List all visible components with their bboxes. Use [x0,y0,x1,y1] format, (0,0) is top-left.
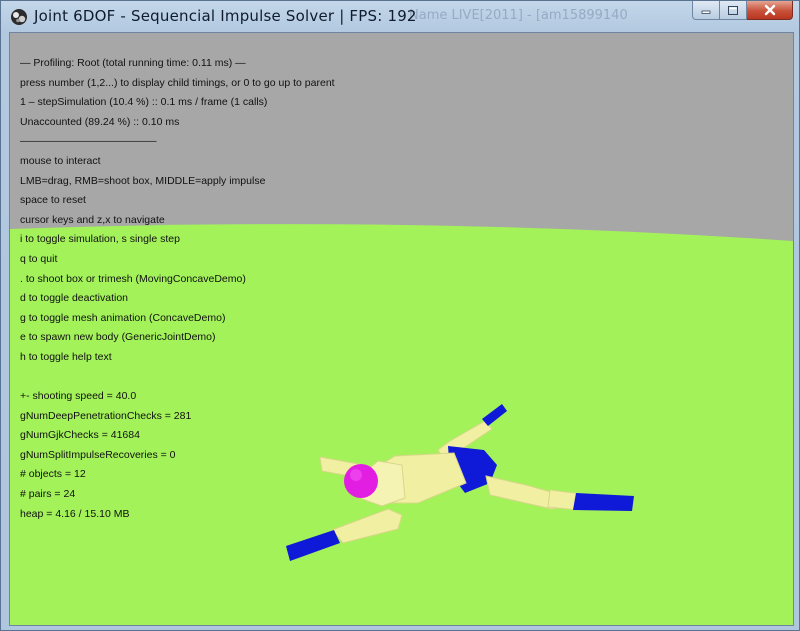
help-line: q to quit [20,252,58,265]
title-bar[interactable]: Name LIVE[2011] - [am15899140 Joint 6DOF… [1,1,799,33]
stat-line: # objects = 12 [20,468,86,481]
help-section: mouse to interact LMB=drag, RMB=shoot bo… [20,152,335,387]
profiling-line: — Profiling: Root (total running time: 0… [20,57,246,69]
hud-overlay: — Profiling: Root (total running time: 0… [20,54,335,524]
profiling-divider: ————————————— [20,135,157,148]
profiling-line: 1 – stepSimulation (10.4 %) :: 0.1 ms / … [20,96,268,109]
help-line: i to toggle simulation, s single step [20,233,180,246]
opengl-viewport[interactable]: — Profiling: Root (total running time: 0… [9,32,794,626]
profiling-section: — Profiling: Root (total running time: 0… [20,54,335,152]
help-spacer [20,368,335,388]
stat-line: gNumDeepPenetrationChecks = 281 [20,409,192,422]
stats-section: +- shooting speed = 40.0 gNumDeepPenetra… [20,387,335,524]
application-window: Name LIVE[2011] - [am15899140 Joint 6DOF… [0,0,800,631]
help-line: space to reset [20,194,86,207]
help-line: h to toggle help text [20,350,112,363]
help-line: e to spawn new body (GenericJointDemo) [20,331,216,344]
help-line: cursor keys and z,x to navigate [20,213,165,226]
window-title: Joint 6DOF - Sequencial Impulse Solver |… [34,7,417,25]
bullet-physics-icon[interactable] [10,8,28,26]
close-icon [764,4,775,16]
maximize-icon [728,5,738,15]
stat-line: heap = 4.16 / 15.10 MB [20,507,130,520]
help-line: d to toggle deactivation [20,292,128,305]
stat-line: gNumGjkChecks = 41684 [20,429,140,442]
background-window-title: Name LIVE[2011] - [am15899140 [409,8,628,23]
help-line: . to shoot box or trimesh (MovingConcave… [20,272,246,285]
help-line: g to toggle mesh animation (ConcaveDemo) [20,311,226,324]
ragdoll-head-highlight [350,469,362,481]
profiling-line: press number (1,2...) to display child t… [20,76,335,89]
help-line: LMB=drag, RMB=shoot box, MIDDLE=apply im… [20,174,266,187]
stat-line: gNumSplitImpulseRecoveries = 0 [20,448,176,461]
help-line: mouse to interact [20,154,101,167]
maximize-button[interactable] [720,1,747,20]
stat-line: +- shooting speed = 40.0 [20,390,137,403]
window-controls [692,1,793,21]
minimize-button[interactable] [692,1,720,20]
ragdoll-foot-right[interactable] [573,493,634,511]
profiling-line: Unaccounted (89.24 %) :: 0.10 ms [20,115,180,128]
close-button[interactable] [747,1,793,20]
ragdoll-head[interactable] [344,464,378,498]
minimize-icon [701,10,711,14]
stat-line: # pairs = 24 [20,488,76,501]
